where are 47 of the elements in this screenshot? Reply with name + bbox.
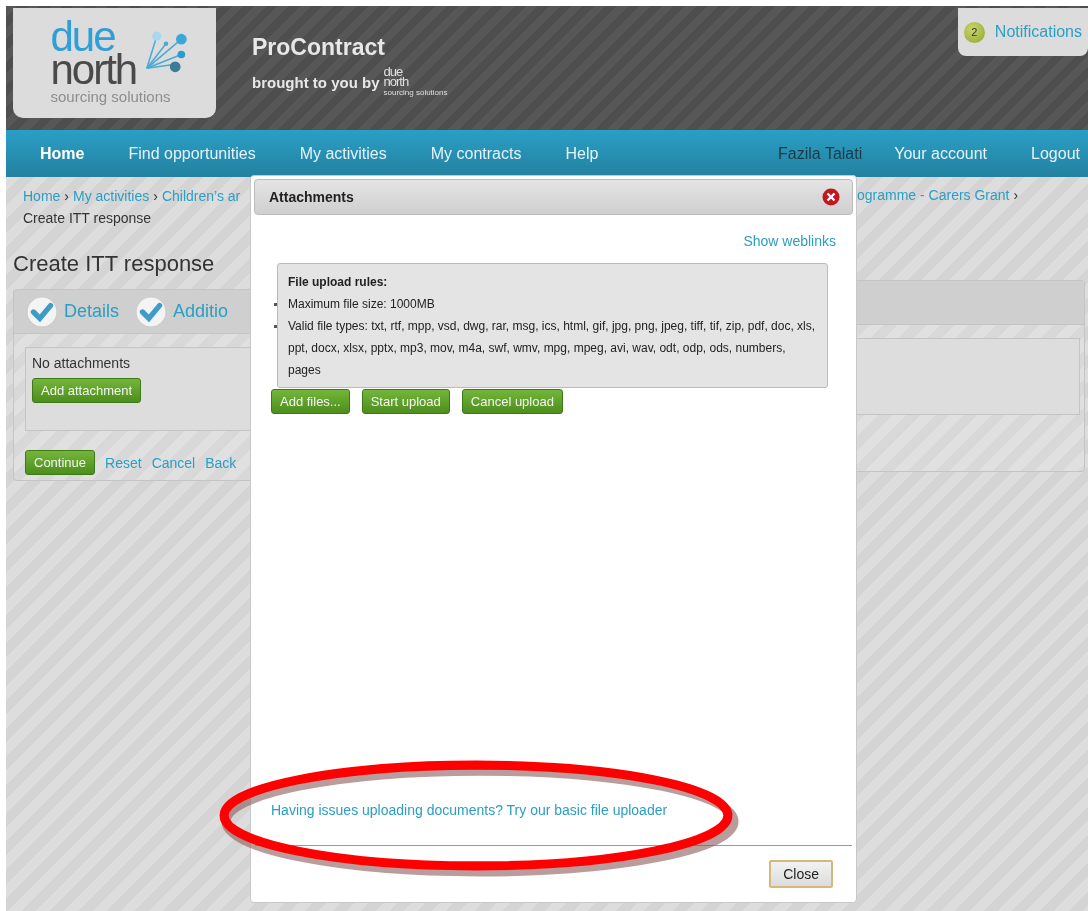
small-logo: due north sourcing solutions [383,67,448,98]
breadcrumb-separator: › [153,188,158,204]
upload-button[interactable]: Add files... [271,389,350,414]
action-link[interactable]: Reset [105,454,142,471]
logo-text: due [50,19,115,54]
nav-item[interactable]: Find opportunities [106,144,278,163]
breadcrumb-link[interactable]: Children’s ar [161,188,241,204]
rule-text: Valid file types: txt, rtf, mpp, vsd, dwg, rar, msg, ics, html, gif, jpg, png, jpeg, tiff, tif, zip, pdf, doc, xls, ppt, docx, xlsx, pptx, mp3, mov, m4a, swf, wmv, mpg, mpeg, avi, wav, odt, odp, ods, numbers, pages [288,318,817,379]
nav-link[interactable]: Logout [1009,144,1088,163]
nav-item[interactable]: My contracts [408,144,544,163]
nav-item[interactable]: Home [18,144,107,163]
page-heading: Create ITT response [13,251,216,277]
notifications-label: Notifications [994,23,1082,41]
breadcrumb-current: Create ITT response [23,209,152,228]
show-weblinks-link[interactable]: Show weblinks [743,233,836,249]
close-icon[interactable] [822,188,840,206]
add-attachment-button[interactable]: Add attachment [32,378,142,403]
bullet-icon [274,303,277,306]
continue-button[interactable]: Continue [25,450,96,475]
site-title: ProContract [252,34,386,61]
action-link[interactable]: Back [205,454,237,471]
basic-uploader-link[interactable]: Having issues uploading documents? Try our basic file uploader [271,802,668,818]
logo-tagline: sourcing solutions [50,86,171,107]
dialog-title: Attachments [269,189,354,205]
breadcrumb-separator: › [64,188,70,204]
action-link[interactable]: Cancel [151,454,196,471]
nav-item[interactable]: Help [543,144,621,163]
upload-button[interactable]: Cancel upload [461,389,563,414]
upload-button[interactable]: Start upload [361,389,450,414]
breadcrumb-link[interactable]: ogramme - Carers Grant [857,187,1010,203]
no-attachments-text: No attachments [32,355,131,371]
breadcrumb-link[interactable]: Home [23,188,61,204]
breadcrumb-separator: › [1013,187,1019,203]
logo-text: north [50,53,137,87]
close-button[interactable]: Close [769,860,833,888]
nav-item[interactable]: My activities [277,144,409,163]
notification-count-badge: 2 [963,21,985,43]
step-tab[interactable]: Additio [135,295,229,328]
breadcrumb-link[interactable]: My activities [73,188,150,204]
nav-link[interactable]: Your account [872,144,1010,163]
bullet-icon [274,325,277,328]
rule-text: Maximum file size: 1000MB [288,296,435,313]
step-tab[interactable]: Details [26,295,120,328]
notifications-link[interactable]: 2 Notifications [957,8,1088,56]
rules-title: File upload rules: [288,275,388,289]
user-name: Fazila Talati [777,144,864,163]
byline-text: brought to you by [252,73,380,91]
